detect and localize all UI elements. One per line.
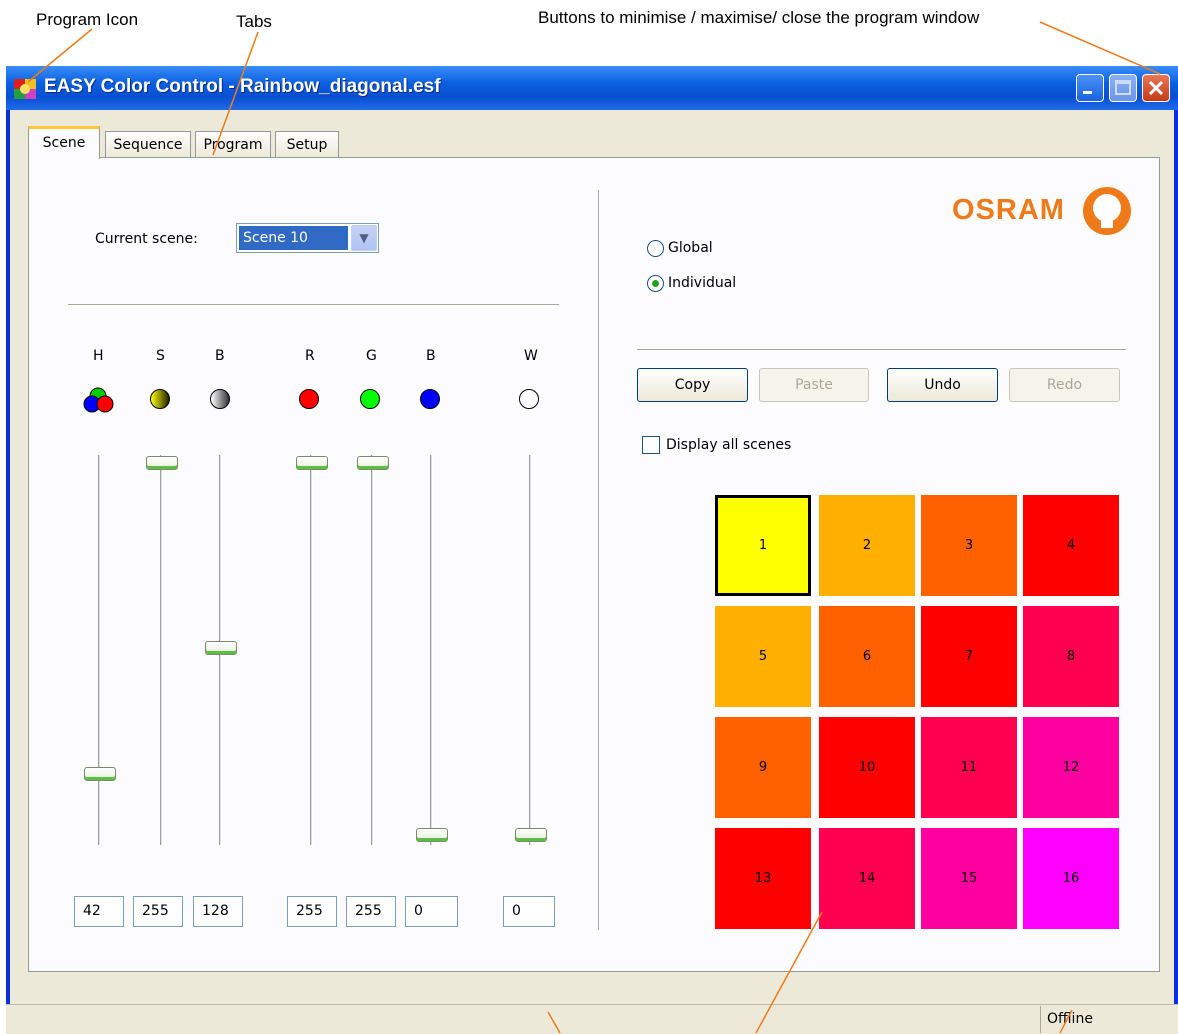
scene-cell-12[interactable]: 12 bbox=[1023, 717, 1119, 818]
hue-icon bbox=[83, 387, 114, 413]
redo-button[interactable]: Redo bbox=[1009, 368, 1120, 402]
scene-cell-13[interactable]: 13 bbox=[715, 828, 811, 929]
slider-thumb-h[interactable] bbox=[84, 767, 116, 781]
slider-label-g: G bbox=[366, 348, 377, 364]
value-input-b[interactable]: 128 bbox=[193, 896, 243, 927]
value-input-h[interactable]: 42 bbox=[74, 896, 124, 927]
slider-label-w: W bbox=[524, 348, 538, 364]
slider-track-g[interactable] bbox=[371, 455, 374, 845]
vertical-divider bbox=[598, 190, 599, 930]
scene-cell-14[interactable]: 14 bbox=[819, 828, 915, 929]
minimize-button[interactable] bbox=[1076, 74, 1104, 102]
slider-thumb-b[interactable] bbox=[205, 641, 237, 655]
slider-thumb-blue[interactable] bbox=[416, 828, 448, 842]
radio-global[interactable] bbox=[647, 240, 664, 257]
tab-sequence[interactable]: Sequence bbox=[105, 131, 191, 158]
annotation-program-icon: Program Icon bbox=[36, 10, 139, 29]
blue-icon bbox=[420, 389, 440, 409]
connection-status: Offline bbox=[1040, 1006, 1174, 1033]
divider-right bbox=[637, 349, 1126, 350]
slider-track-blue[interactable] bbox=[430, 455, 433, 845]
current-scene-value: Scene 10 bbox=[239, 226, 348, 250]
value-input-w[interactable]: 0 bbox=[503, 896, 555, 927]
scene-cell-10[interactable]: 10 bbox=[819, 717, 915, 818]
scene-cell-8[interactable]: 8 bbox=[1023, 606, 1119, 707]
slider-thumb-r[interactable] bbox=[296, 456, 328, 470]
white-icon bbox=[519, 389, 539, 409]
slider-label-h: H bbox=[93, 348, 104, 364]
red-icon bbox=[299, 389, 319, 409]
display-all-scenes-checkbox[interactable] bbox=[642, 436, 660, 454]
slider-thumb-g[interactable] bbox=[357, 456, 389, 470]
minimize-icon bbox=[1083, 91, 1092, 94]
scene-cell-4[interactable]: 4 bbox=[1023, 495, 1119, 596]
tab-program[interactable]: Program bbox=[195, 131, 271, 158]
scene-cell-11[interactable]: 11 bbox=[921, 717, 1017, 818]
osram-bulb-logo bbox=[1083, 187, 1131, 235]
copy-button[interactable]: Copy bbox=[637, 368, 748, 402]
slider-track-s[interactable] bbox=[160, 455, 163, 845]
slider-track-w[interactable] bbox=[529, 455, 532, 845]
slider-label-blue: B bbox=[426, 348, 436, 364]
undo-button[interactable]: Undo bbox=[887, 368, 998, 402]
scene-cell-15[interactable]: 15 bbox=[921, 828, 1017, 929]
paste-button[interactable]: Paste bbox=[759, 368, 869, 402]
value-input-g[interactable]: 255 bbox=[346, 896, 396, 927]
slider-label-b: B bbox=[215, 348, 225, 364]
radio-individual-label: Individual bbox=[668, 275, 737, 291]
scene-cell-5[interactable]: 5 bbox=[715, 606, 811, 707]
green-icon bbox=[360, 389, 380, 409]
current-scene-dropdown[interactable]: Scene 10 ▼ bbox=[236, 223, 379, 253]
scene-cell-6[interactable]: 6 bbox=[819, 606, 915, 707]
scene-cell-16[interactable]: 16 bbox=[1023, 828, 1119, 929]
slider-track-r[interactable] bbox=[310, 455, 313, 845]
radio-individual[interactable] bbox=[647, 275, 664, 292]
annotation-window-buttons: Buttons to minimise / maximise/ close th… bbox=[538, 8, 980, 27]
slider-label-r: R bbox=[305, 348, 315, 364]
value-input-r[interactable]: 255 bbox=[287, 896, 337, 927]
scene-cell-9[interactable]: 9 bbox=[715, 717, 811, 818]
scene-cell-1[interactable]: 1 bbox=[715, 495, 811, 596]
brightness-icon bbox=[210, 389, 230, 409]
close-button[interactable] bbox=[1142, 74, 1170, 102]
value-input-blue[interactable]: 0 bbox=[405, 896, 458, 927]
radio-selected-dot bbox=[652, 280, 659, 287]
tab-scene[interactable]: Scene bbox=[28, 126, 100, 159]
radio-global-label: Global bbox=[668, 240, 713, 256]
slider-label-s: S bbox=[156, 348, 165, 364]
annotation-tabs: Tabs bbox=[236, 12, 272, 31]
display-all-scenes-label: Display all scenes bbox=[666, 437, 792, 453]
value-input-s[interactable]: 255 bbox=[133, 896, 183, 927]
scene-cell-2[interactable]: 2 bbox=[819, 495, 915, 596]
status-bar bbox=[6, 1004, 1178, 1034]
scene-cell-3[interactable]: 3 bbox=[921, 495, 1017, 596]
maximize-icon bbox=[1115, 80, 1131, 95]
close-icon bbox=[1148, 80, 1164, 96]
slider-thumb-s[interactable] bbox=[146, 456, 178, 470]
chevron-down-icon[interactable]: ▼ bbox=[351, 225, 377, 251]
tab-setup[interactable]: Setup bbox=[275, 131, 339, 158]
app-icon[interactable] bbox=[14, 79, 36, 99]
divider bbox=[68, 304, 559, 305]
current-scene-label: Current scene: bbox=[95, 231, 198, 247]
window-title: EASY Color Control - Rainbow_diagonal.es… bbox=[44, 76, 441, 97]
slider-thumb-w[interactable] bbox=[515, 828, 547, 842]
saturation-icon bbox=[150, 389, 170, 409]
osram-logo: OSRAM bbox=[952, 194, 1065, 226]
slider-track-h[interactable] bbox=[98, 455, 101, 845]
scene-cell-7[interactable]: 7 bbox=[921, 606, 1017, 707]
maximize-button[interactable] bbox=[1109, 74, 1137, 102]
